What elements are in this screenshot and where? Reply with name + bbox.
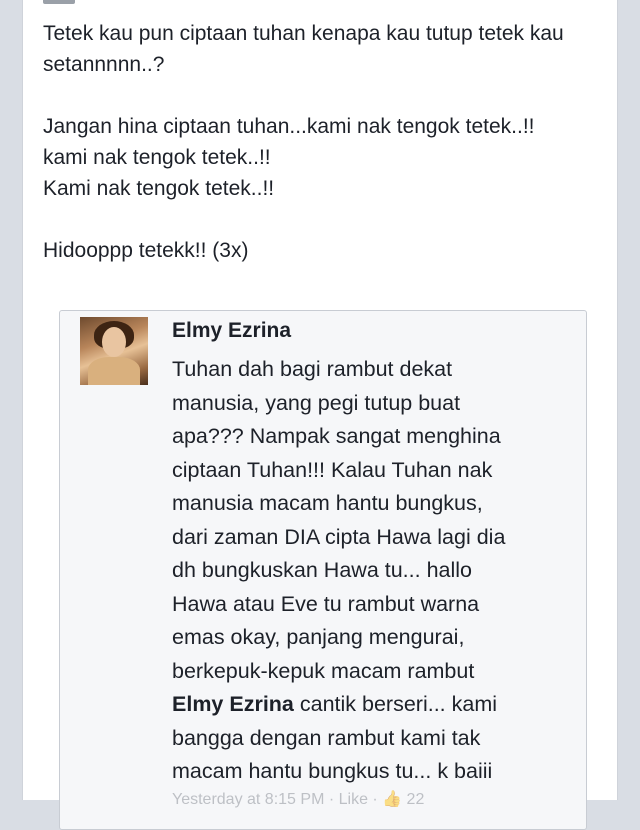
post-card: Tetek kau pun ciptaan tuhan kenapa kau t…	[22, 0, 618, 830]
comment-meta: Yesterday at 8:15 PM · Like · 👍 22	[172, 791, 425, 808]
quoted-comment: Elmy Ezrina Tuhan dah bagi rambut dekat …	[59, 310, 587, 830]
comment-text-part: Tuhan dah bagi rambut dekat manusia, yan…	[172, 357, 506, 683]
post-line: Jangan hina ciptaan tuhan...kami nak ten…	[43, 115, 535, 138]
post-line: Tetek kau pun ciptaan tuhan kenapa kau t…	[43, 22, 564, 76]
post-text: Tetek kau pun ciptaan tuhan kenapa kau t…	[43, 18, 603, 266]
commenter-name[interactable]: Elmy Ezrina	[172, 319, 291, 343]
user-avatar-photo-icon[interactable]	[80, 317, 148, 385]
comment-mention[interactable]: Elmy Ezrina	[172, 692, 294, 716]
comment-text: Tuhan dah bagi rambut dekat manusia, yan…	[172, 353, 592, 789]
post-line: Hidooppp tetekk!! (3x)	[43, 239, 249, 262]
post-line: Kami nak tengok tetek..!!	[43, 177, 275, 200]
cropped-header-fragment	[43, 0, 75, 4]
post-line: kami nak tengok tetek..!!	[43, 146, 271, 169]
